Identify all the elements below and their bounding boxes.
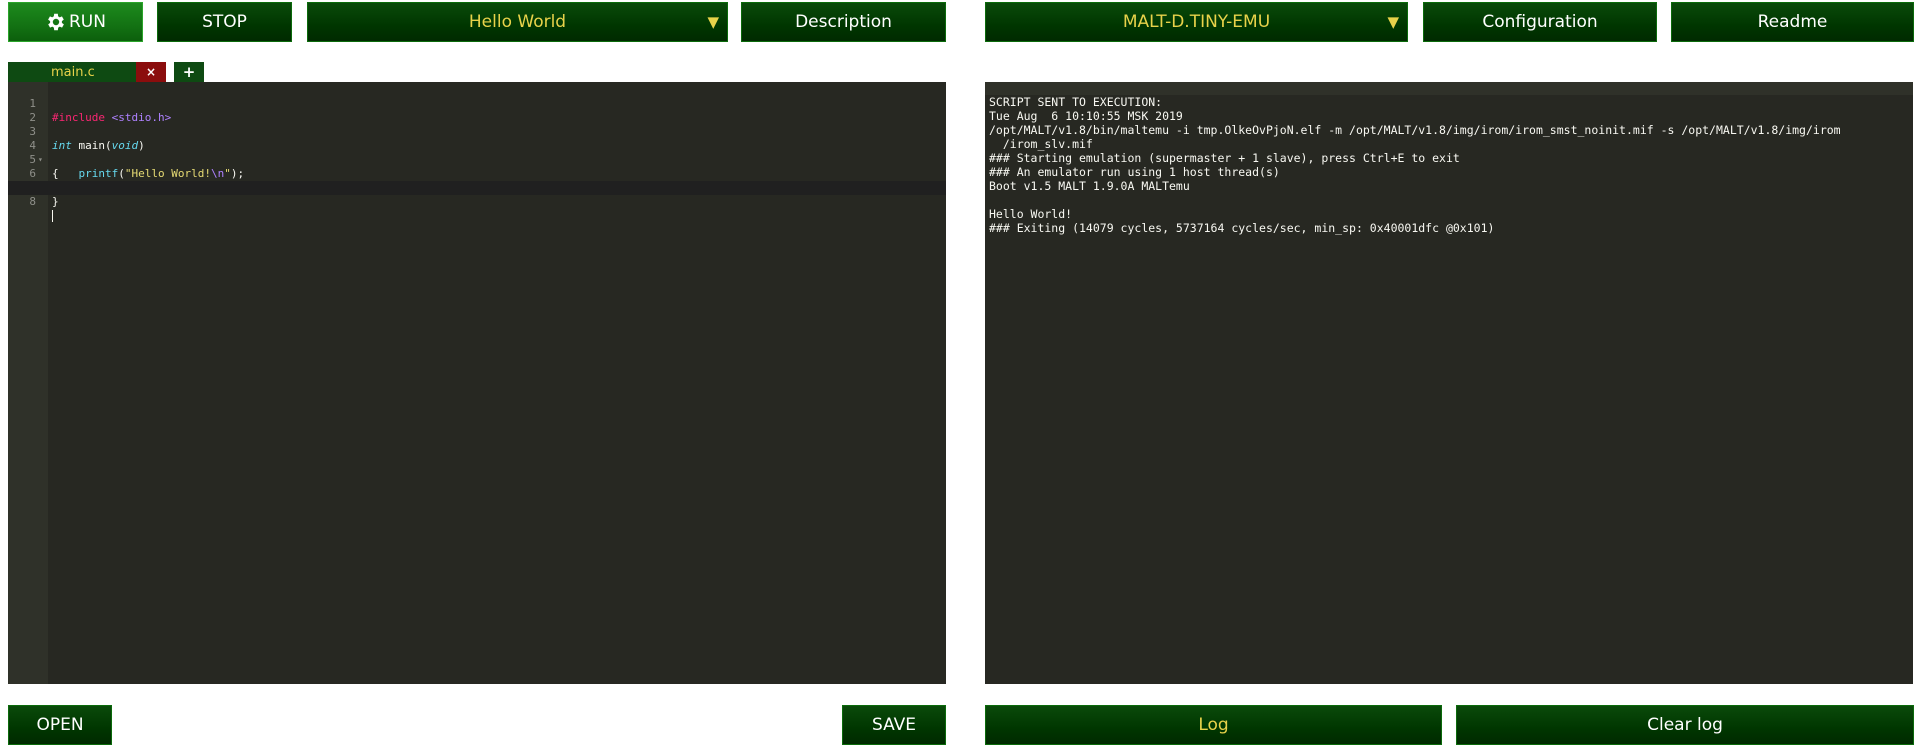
code-line[interactable]: 3 int main(void) (8, 111, 946, 152)
tab-close-button[interactable]: × (136, 62, 166, 82)
code-line[interactable]: 5 printf("Hello World!\n"); (8, 139, 946, 180)
gear-icon (48, 13, 64, 31)
tab-label: main.c (51, 64, 95, 80)
code-line-active[interactable]: 8 (8, 181, 946, 222)
run-button[interactable]: RUN (8, 2, 143, 42)
log-line: ### An emulator run using 1 host thread(… (989, 165, 1280, 179)
plus-icon: + (182, 63, 196, 81)
triangle-down-icon: ▼ (707, 13, 719, 31)
stop-button-label: STOP (202, 12, 247, 32)
log-button[interactable]: Log (985, 705, 1442, 745)
example-select[interactable]: Hello World ▼ (307, 2, 728, 42)
log-line: /opt/MALT/v1.8/bin/maltemu -i tmp.OlkeOv… (989, 123, 1841, 137)
clear-log-button[interactable]: Clear log (1456, 705, 1914, 745)
example-select-value: Hello World (468, 12, 567, 32)
platform-select-value: MALT-D.TINY-EMU (1122, 12, 1271, 32)
log-line: Tue Aug 6 10:10:55 MSK 2019 (989, 109, 1183, 123)
log-line: SCRIPT SENT TO EXECUTION: (989, 95, 1163, 109)
log-scrollbar[interactable] (985, 82, 1913, 95)
code-text: } (52, 195, 59, 208)
code-line[interactable]: 2 (8, 97, 946, 124)
log-output[interactable]: SCRIPT SENT TO EXECUTION: Tue Aug 6 10:1… (985, 82, 1913, 684)
log-line: ### Starting emulation (supermaster + 1 … (989, 151, 1460, 165)
log-line: /irom_slv.mif (989, 137, 1093, 151)
log-line: Boot v1.5 MALT 1.9.0A MALTemu (989, 179, 1190, 193)
readme-button[interactable]: Readme (1671, 2, 1914, 42)
log-line: ### Exiting (14079 cycles, 5737164 cycle… (989, 221, 1495, 235)
triangle-down-icon: ▼ (1387, 13, 1399, 31)
text-cursor (52, 209, 53, 223)
code-editor[interactable]: 1 #include <stdio.h> 2 3 int main(void) … (8, 82, 946, 684)
close-icon: × (145, 65, 157, 79)
line-number: 8 (29, 195, 36, 208)
run-button-label: RUN (69, 12, 106, 32)
code-line[interactable]: 1 #include <stdio.h> (8, 83, 946, 124)
configuration-button-label: Configuration (1482, 12, 1598, 32)
code-line[interactable]: 6 return 0; (8, 153, 946, 194)
open-button[interactable]: OPEN (8, 705, 112, 745)
readme-button-label: Readme (1757, 12, 1828, 32)
log-button-label: Log (1198, 715, 1229, 735)
open-button-label: OPEN (36, 715, 84, 735)
description-button-label: Description (795, 12, 892, 32)
configuration-button[interactable]: Configuration (1423, 2, 1657, 42)
stop-button[interactable]: STOP (157, 2, 292, 42)
log-line: Hello World! (989, 207, 1073, 221)
add-tab-button[interactable]: + (174, 62, 204, 82)
platform-select[interactable]: MALT-D.TINY-EMU ▼ (985, 2, 1408, 42)
tab-main-c[interactable]: main.c (8, 62, 136, 82)
code-line[interactable]: 4 ▾ { (8, 125, 946, 180)
save-button-label: SAVE (871, 715, 917, 735)
description-button[interactable]: Description (741, 2, 946, 42)
save-button[interactable]: SAVE (842, 705, 946, 745)
clear-log-button-label: Clear log (1647, 715, 1723, 735)
code-line[interactable]: 7 } (8, 167, 946, 208)
